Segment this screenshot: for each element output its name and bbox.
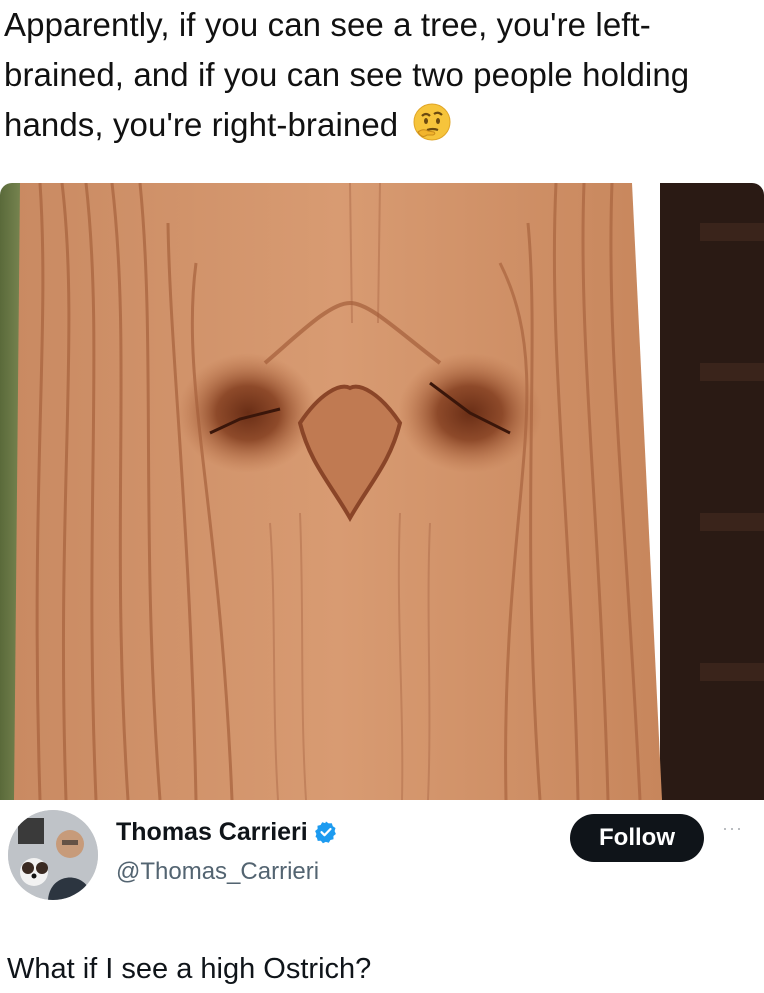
post-caption: Apparently, if you can see a tree, you'r…: [4, 0, 748, 156]
verified-badge-icon: [314, 820, 338, 851]
wood-plank-photo: [0, 183, 764, 800]
display-name[interactable]: Thomas Carrieri: [116, 818, 308, 846]
more-options-icon[interactable]: ···: [722, 818, 743, 839]
thinking-face-emoji-icon: [412, 102, 452, 156]
avatar[interactable]: [8, 810, 98, 900]
avatar-photo-icon: [8, 810, 98, 900]
tweet-text: What if I see a high Ostrich?: [7, 953, 372, 985]
caption-text: Apparently, if you can see a tree, you'r…: [4, 6, 690, 143]
tweet-handle[interactable]: @Thomas_Carrieri: [116, 858, 319, 886]
tweet-author-name[interactable]: Thomas Carrieri: [116, 818, 338, 851]
follow-button[interactable]: Follow: [570, 814, 704, 862]
wood-plank-illustration: [0, 183, 764, 800]
